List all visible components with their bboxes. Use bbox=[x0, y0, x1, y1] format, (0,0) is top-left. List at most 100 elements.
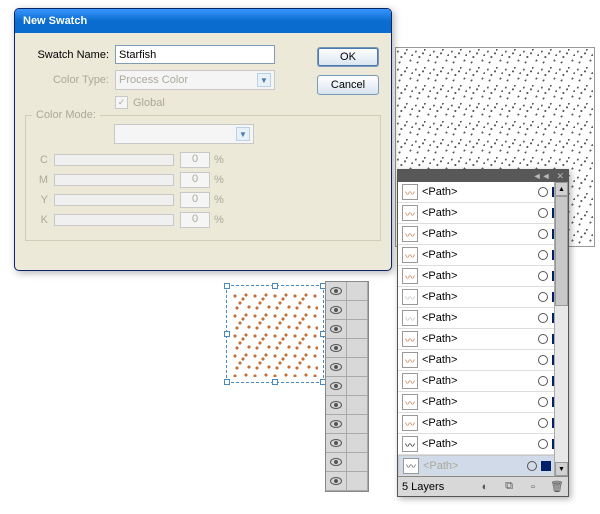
layer-row[interactable]: 〰 <Path> bbox=[398, 434, 568, 455]
layer-name: <Path> bbox=[422, 312, 538, 324]
layer-row[interactable]: 〰<Path> bbox=[398, 182, 568, 203]
target-icon[interactable] bbox=[538, 418, 548, 428]
visibility-toggle[interactable] bbox=[326, 434, 347, 452]
eye-icon bbox=[330, 287, 342, 295]
layer-row[interactable]: 〰<Path> bbox=[398, 308, 568, 329]
global-label: Global bbox=[133, 97, 165, 109]
layer-row[interactable]: 〰<Path> bbox=[398, 455, 558, 476]
selection-color-chip bbox=[541, 461, 551, 471]
layer-name: <Path> bbox=[422, 207, 538, 219]
layer-row[interactable]: 〰<Path> bbox=[398, 245, 568, 266]
target-icon[interactable] bbox=[538, 208, 548, 218]
pct: % bbox=[214, 154, 224, 166]
selected-artwork[interactable] bbox=[226, 285, 324, 383]
close-icon[interactable]: ✕ bbox=[556, 171, 564, 182]
visibility-toggle[interactable] bbox=[326, 377, 347, 395]
global-checkbox: ✓ Global bbox=[115, 96, 165, 109]
make-clip-icon[interactable]: ◐ bbox=[478, 480, 492, 494]
scrollbar[interactable]: ▲ ▼ bbox=[554, 182, 568, 476]
visibility-toggle[interactable] bbox=[326, 453, 347, 471]
visibility-toggle[interactable] bbox=[326, 396, 347, 414]
layer-thumbnail: 〰 bbox=[402, 352, 418, 368]
dialog-title: New Swatch bbox=[23, 15, 87, 27]
layer-row[interactable]: 〰 <Path> bbox=[398, 329, 568, 350]
target-icon[interactable] bbox=[538, 439, 548, 449]
target-icon[interactable] bbox=[538, 334, 548, 344]
layer-thumbnail: 〰 bbox=[402, 247, 418, 263]
layer-name: <Path> bbox=[422, 417, 538, 429]
new-sublayer-icon[interactable]: ⧉ bbox=[502, 480, 516, 494]
target-icon[interactable] bbox=[527, 461, 537, 471]
layers-panel: ◄◄ ✕ 〰 <Path> 〰 <Path> 〰 <Path> 〰 <Path> 〰 <Path>… bbox=[397, 169, 569, 497]
color-type-select: Process Color ▼ bbox=[115, 70, 275, 90]
resize-handle[interactable] bbox=[272, 379, 278, 385]
c-value: 0 bbox=[180, 152, 210, 168]
visibility-toggle[interactable] bbox=[326, 301, 347, 319]
m-label: M bbox=[34, 174, 54, 186]
swatch-name-input[interactable] bbox=[115, 45, 275, 64]
resize-handle[interactable] bbox=[224, 283, 230, 289]
layer-name: <Path> bbox=[422, 438, 538, 450]
scroll-thumb[interactable] bbox=[555, 196, 568, 306]
layer-row[interactable]: 〰<Path> bbox=[398, 287, 568, 308]
layer-thumbnail: 〰 bbox=[402, 226, 418, 242]
layer-row[interactable]: 〰<Path> bbox=[398, 392, 568, 413]
layer-thumbnail: 〰 bbox=[402, 436, 418, 452]
visibility-toggle[interactable] bbox=[326, 320, 347, 338]
eye-icon bbox=[330, 344, 342, 352]
y-label: Y bbox=[34, 194, 54, 206]
checkbox-icon: ✓ bbox=[115, 96, 128, 109]
scroll-down-icon[interactable]: ▼ bbox=[555, 462, 568, 476]
layer-row[interactable]: 〰<Path> bbox=[398, 224, 568, 245]
new-layer-icon[interactable]: ▫ bbox=[526, 480, 540, 494]
panel-header[interactable]: ◄◄ ✕ bbox=[398, 170, 568, 182]
dialog-titlebar[interactable]: New Swatch bbox=[15, 9, 391, 33]
pct: % bbox=[214, 194, 224, 206]
layer-name: <Path> bbox=[422, 354, 538, 366]
resize-handle[interactable] bbox=[272, 283, 278, 289]
layer-thumbnail: 〰 bbox=[402, 289, 418, 305]
k-value: 0 bbox=[180, 212, 210, 228]
eye-icon bbox=[330, 363, 342, 371]
visibility-toggle[interactable] bbox=[326, 282, 347, 300]
visibility-toggle[interactable] bbox=[326, 358, 347, 376]
layer-thumbnail: 〰 bbox=[402, 331, 418, 347]
layer-row[interactable]: 〰<Path> bbox=[398, 371, 568, 392]
trash-icon[interactable]: 🗑 bbox=[550, 480, 564, 494]
m-value: 0 bbox=[180, 172, 210, 188]
y-value: 0 bbox=[180, 192, 210, 208]
target-icon[interactable] bbox=[538, 292, 548, 302]
layer-thumbnail: 〰 bbox=[402, 184, 418, 200]
target-icon[interactable] bbox=[538, 355, 548, 365]
resize-handle[interactable] bbox=[224, 379, 230, 385]
target-icon[interactable] bbox=[538, 313, 548, 323]
eye-icon bbox=[330, 458, 342, 466]
layer-name: <Path> bbox=[422, 333, 538, 345]
target-icon[interactable] bbox=[538, 397, 548, 407]
target-icon[interactable] bbox=[538, 376, 548, 386]
layer-thumbnail: 〰 bbox=[402, 268, 418, 284]
target-icon[interactable] bbox=[538, 229, 548, 239]
visibility-toggle[interactable] bbox=[326, 339, 347, 357]
visibility-toggle[interactable] bbox=[326, 472, 347, 490]
resize-handle[interactable] bbox=[224, 331, 230, 337]
visibility-toggle[interactable] bbox=[326, 415, 347, 433]
visibility-column bbox=[325, 281, 369, 492]
eye-icon bbox=[330, 382, 342, 390]
target-icon[interactable] bbox=[538, 250, 548, 260]
layer-row[interactable]: 〰 <Path> bbox=[398, 350, 568, 371]
layer-row[interactable]: 〰 <Path> bbox=[398, 203, 568, 224]
layer-row[interactable]: 〰<Path> bbox=[398, 266, 568, 287]
target-icon[interactable] bbox=[538, 271, 548, 281]
c-label: C bbox=[34, 154, 54, 166]
target-icon[interactable] bbox=[538, 187, 548, 197]
layer-thumbnail: 〰 bbox=[402, 205, 418, 221]
eye-icon bbox=[330, 306, 342, 314]
layer-thumbnail: 〰 bbox=[402, 394, 418, 410]
collapse-icon[interactable]: ◄◄ bbox=[533, 171, 551, 181]
ok-button[interactable]: OK bbox=[317, 47, 379, 67]
layer-thumbnail: 〰 bbox=[402, 373, 418, 389]
cancel-button[interactable]: Cancel bbox=[317, 75, 379, 95]
layer-row[interactable]: 〰<Path> bbox=[398, 413, 568, 434]
scroll-up-icon[interactable]: ▲ bbox=[555, 182, 568, 196]
